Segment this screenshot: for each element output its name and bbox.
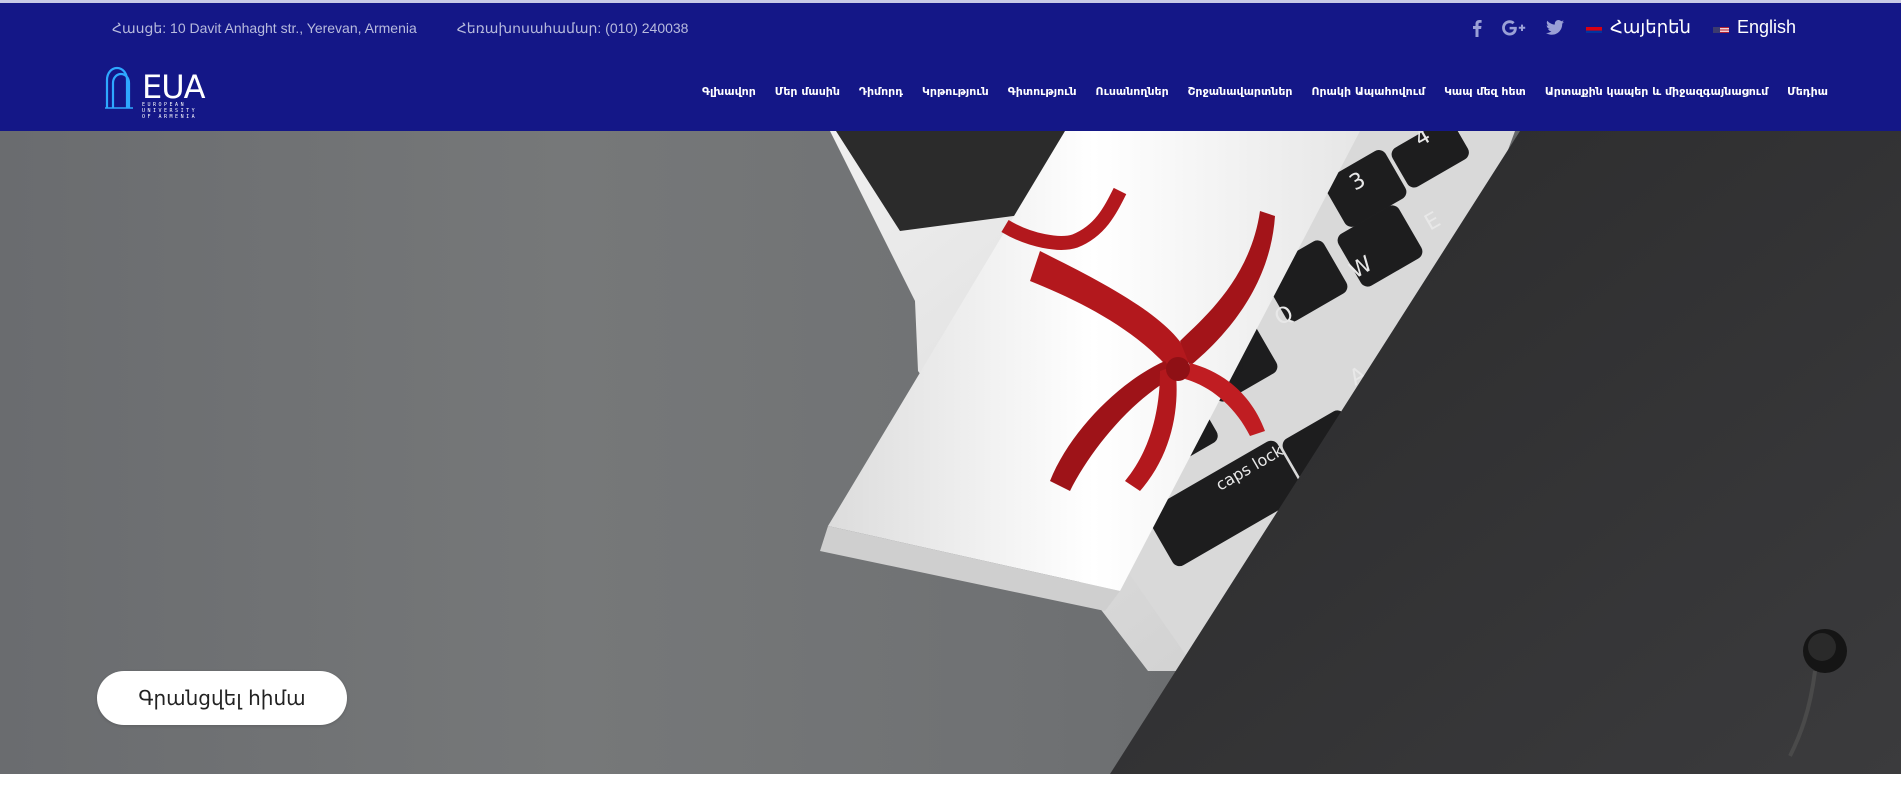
nav-item-international[interactable]: Արտաքին կապեր և միջազգայնացում: [1545, 85, 1768, 98]
nav-item-quality-assurance[interactable]: Որակի Ապահովում: [1311, 85, 1425, 98]
armenia-flag-icon: [1586, 22, 1602, 33]
google-plus-icon[interactable]: [1502, 19, 1526, 36]
nav-item-education[interactable]: Կրթություն: [922, 85, 989, 98]
nav-item-about[interactable]: Մեր մասին: [775, 85, 840, 98]
facebook-icon[interactable]: [1472, 19, 1482, 37]
eua-logo[interactable]: EUA EUROPEAN UNIVERSITY OF ARMENIA: [104, 66, 214, 124]
site-header: Հասցե: 10 Davit Anhaght str., Yerevan, A…: [0, 0, 1901, 131]
logo-arch-icon: [104, 66, 140, 110]
language-label: English: [1736, 17, 1796, 37]
nav-item-contact[interactable]: Կապ մեզ հետ: [1444, 85, 1526, 98]
logo-text: EUA EUROPEAN UNIVERSITY OF ARMENIA: [142, 66, 206, 120]
nav-item-alumni[interactable]: Շրջանավարտներ: [1188, 85, 1293, 98]
usa-flag-icon: [1712, 22, 1729, 33]
address-text: Հասցե: 10 Davit Anhaght str., Yerevan, A…: [112, 20, 417, 36]
language-label: Հայերեն: [1610, 17, 1691, 37]
phone-text: Հեռախոսահամար: (010) 240038: [456, 20, 689, 36]
logo-title: EUA: [142, 68, 206, 106]
twitter-icon[interactable]: [1546, 20, 1564, 35]
register-now-button[interactable]: Գրանցվել հիմա: [97, 671, 347, 725]
topbar-actions: Հայերեն English: [1472, 17, 1796, 38]
contact-bar: Հասցե: 10 Davit Anhaght str., Yerevan, A…: [112, 20, 688, 37]
nav-item-applicant[interactable]: Դիմորդ: [859, 85, 903, 98]
nav-item-science[interactable]: Գիտություն: [1008, 85, 1077, 98]
nav-item-media[interactable]: Մեդիա: [1787, 85, 1828, 98]
nav-item-students[interactable]: Ուսանողներ: [1096, 85, 1169, 98]
main-nav: Գլխավոր Մեր մասին Դիմորդ Կրթություն Գիտո…: [702, 85, 1828, 98]
logo-subtitle-3: OF ARMENIA: [142, 114, 198, 120]
language-english[interactable]: English: [1712, 17, 1796, 38]
language-armenian[interactable]: Հայերեն: [1586, 17, 1691, 38]
social-links: [1472, 19, 1564, 37]
nav-item-home[interactable]: Գլխավոր: [702, 85, 756, 98]
